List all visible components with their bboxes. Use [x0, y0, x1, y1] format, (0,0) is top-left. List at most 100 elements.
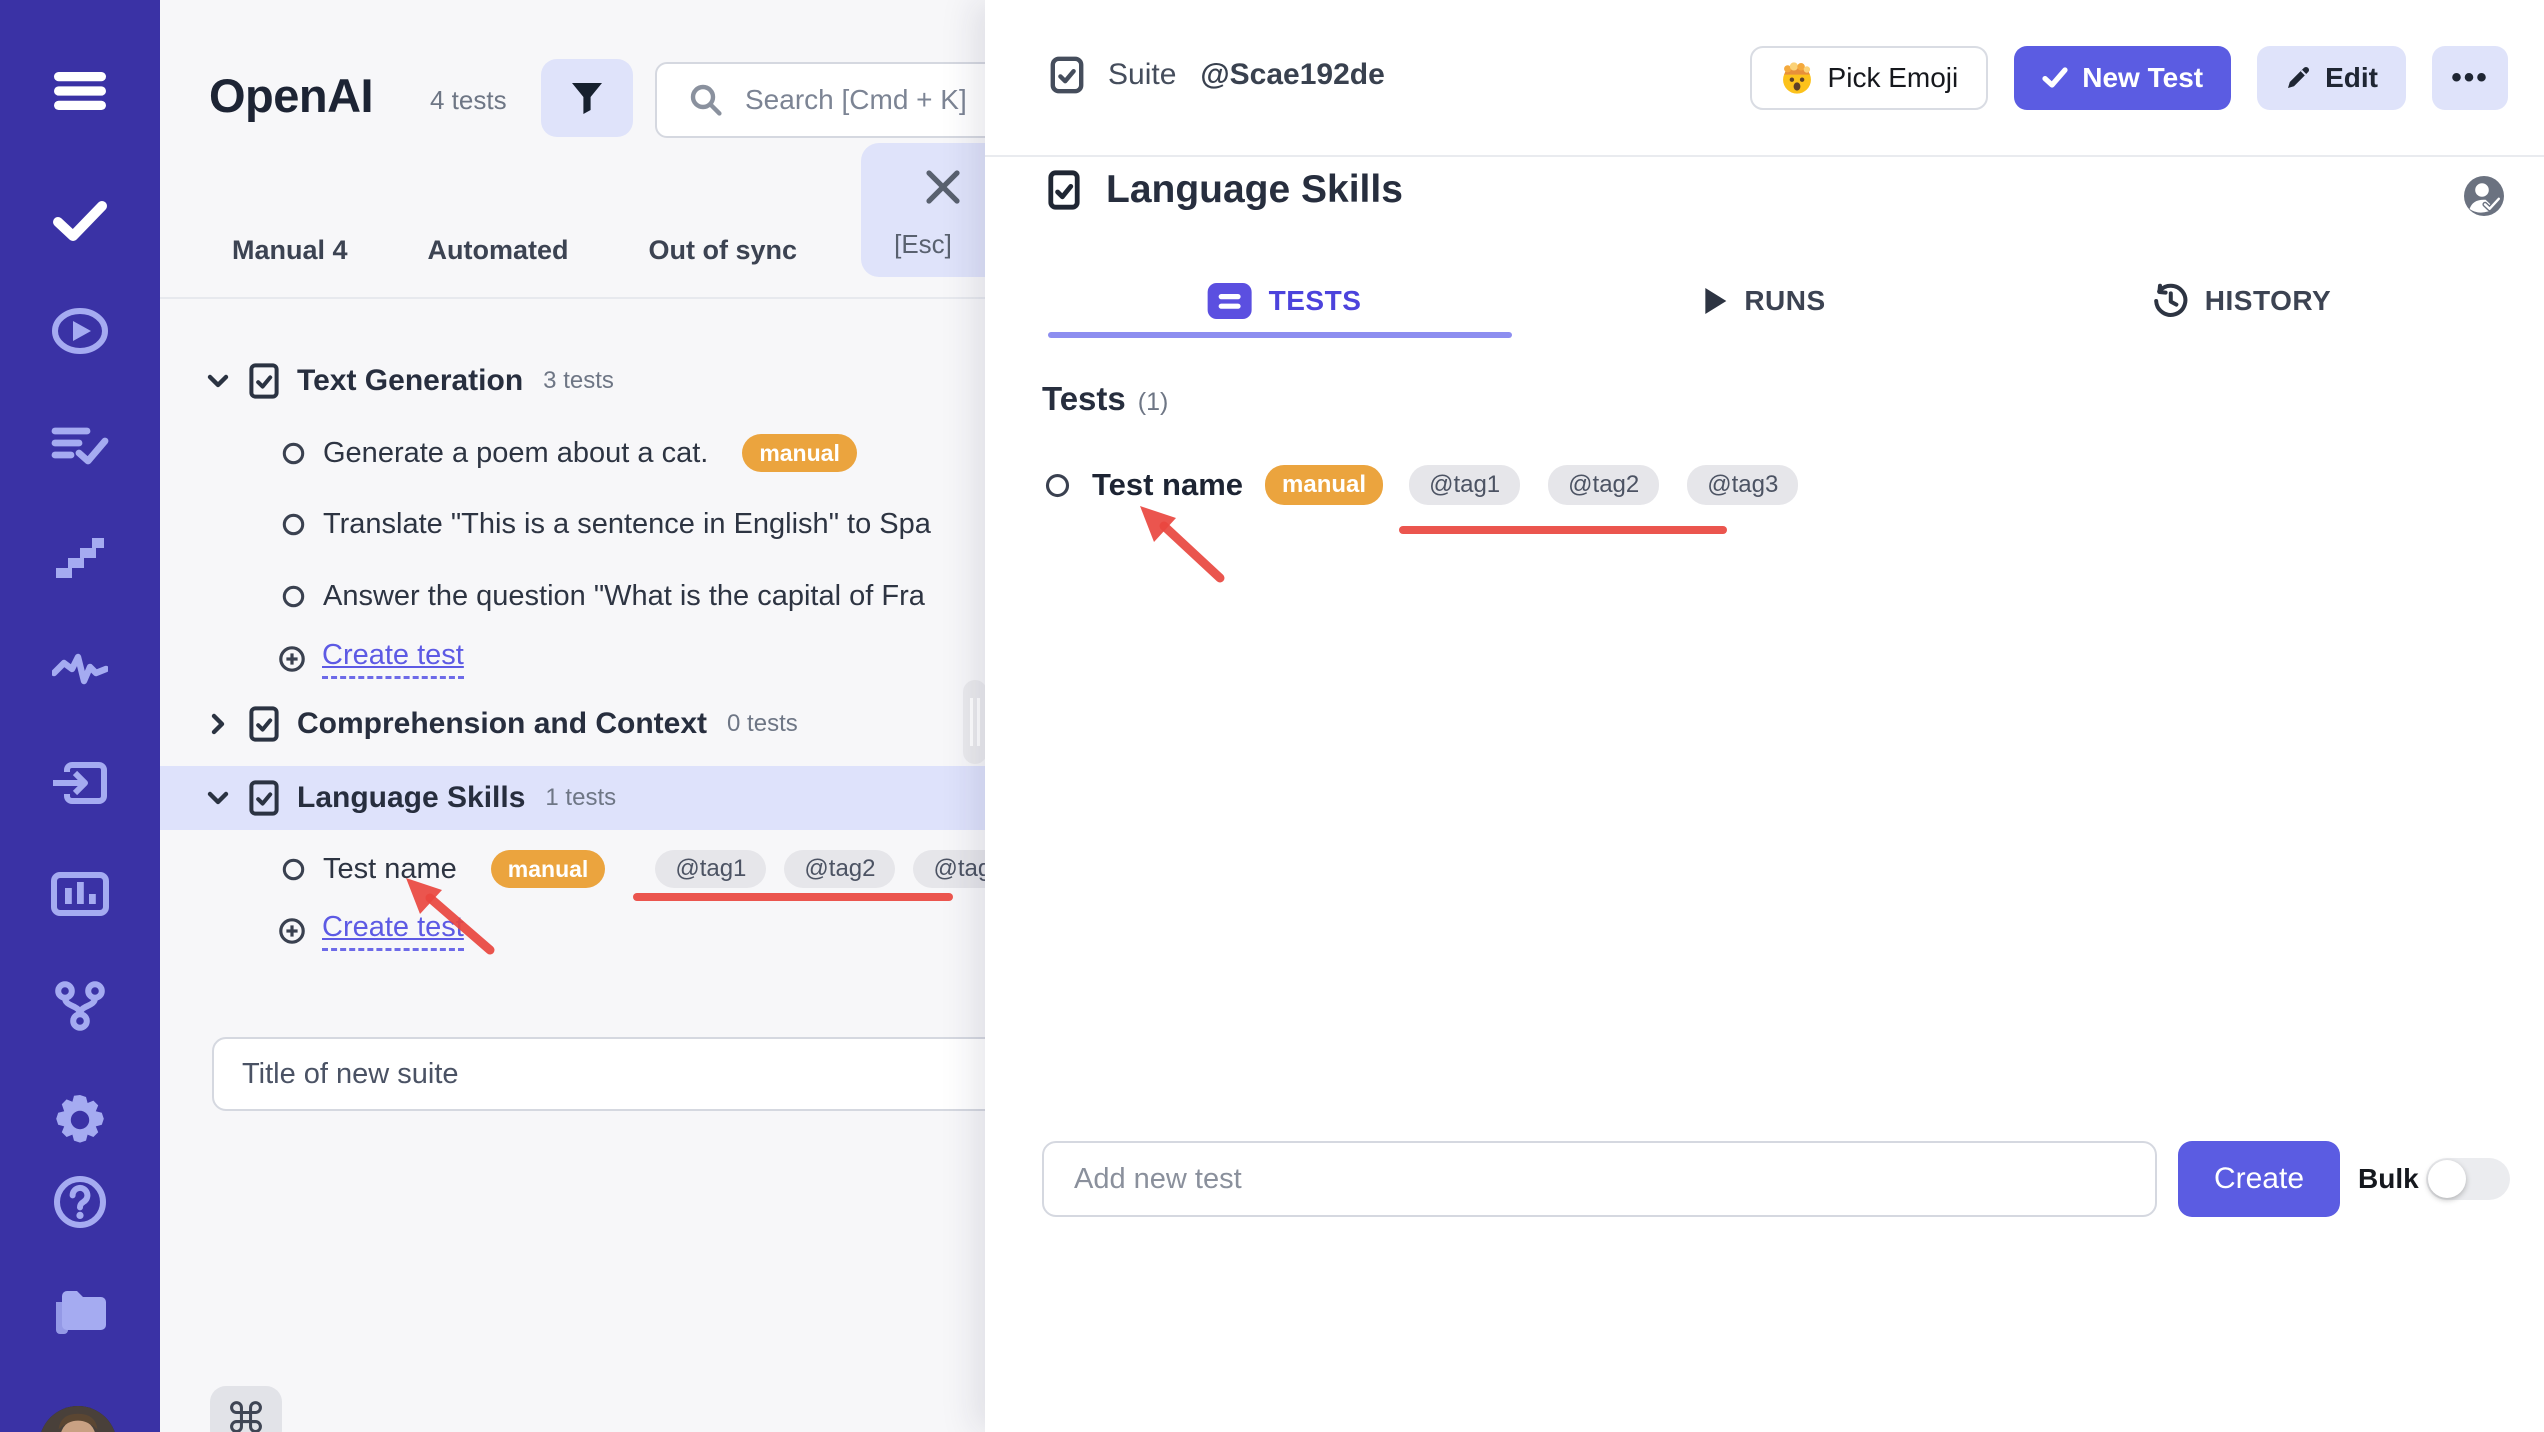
play-circle-icon[interactable] — [51, 308, 109, 354]
panel-header: OpenAI 4 tests — [160, 40, 985, 140]
edit-label: Edit — [2325, 62, 2378, 93]
menu-icon[interactable] — [52, 68, 108, 114]
gear-icon[interactable] — [52, 1092, 108, 1148]
chevron-right-icon[interactable] — [205, 711, 231, 737]
suite-breadcrumb: Suite @Scae192de — [1050, 56, 1385, 94]
new-suite-title-input[interactable] — [212, 1037, 985, 1111]
pick-emoji-button[interactable]: Pick Emoji — [1749, 46, 1989, 110]
user-avatar[interactable] — [39, 1406, 117, 1432]
group-count: 0 tests — [727, 710, 798, 737]
circle-icon — [1045, 473, 1070, 498]
tab-automated[interactable]: Automated — [428, 235, 569, 266]
folder-icon[interactable] — [50, 1288, 110, 1338]
tag-pill: @tag3 — [913, 850, 985, 888]
pencil-icon — [2285, 65, 2311, 91]
test-name: Test name — [323, 852, 457, 885]
tag-list: @tag1 @tag2 @tag3 — [655, 850, 985, 888]
activity-icon[interactable] — [52, 651, 108, 687]
steps-icon[interactable] — [52, 536, 108, 580]
suite-list-panel: OpenAI 4 tests Manual 4 Automated Out of… — [160, 0, 985, 1432]
search-input[interactable] — [745, 84, 985, 116]
tree-group-comprehension[interactable]: Comprehension and Context 0 tests — [160, 692, 985, 756]
tab-manual[interactable]: Manual 4 — [232, 235, 348, 266]
tab-runs[interactable]: RUNS — [1702, 266, 1825, 336]
close-drawer-button[interactable]: [Esc] — [861, 143, 985, 277]
search-box — [655, 62, 985, 138]
tab-tests[interactable]: TESTS — [1207, 266, 1362, 336]
new-test-label: New Test — [2082, 62, 2204, 93]
create-test-link-2[interactable]: Create test — [160, 899, 985, 963]
help-icon[interactable] — [53, 1175, 107, 1229]
tag-pill: @tag2 — [784, 850, 896, 888]
add-test-input[interactable] — [1042, 1141, 2157, 1217]
test-row-poem[interactable]: Generate a poem about a cat. manual — [160, 421, 985, 485]
filter-button[interactable] — [541, 59, 633, 137]
tag-list: @tag1 @tag2 @tag3 — [1409, 465, 1799, 505]
test-row-answer[interactable]: Answer the question "What is the capital… — [160, 564, 985, 628]
tab-label: TESTS — [1268, 285, 1362, 316]
exploding-head-emoji — [1780, 61, 1814, 95]
tag-pill: @tag1 — [1409, 465, 1521, 505]
create-test-label: Create test — [322, 639, 464, 679]
panel-resize-handle[interactable] — [963, 680, 985, 764]
drawer-header-buttons: Pick Emoji New Test Edit ••• — [1749, 46, 2508, 110]
import-icon[interactable] — [51, 762, 109, 804]
bulk-toggle[interactable] — [2426, 1158, 2510, 1200]
funnel-icon — [568, 79, 606, 117]
bulk-label: Bulk — [2358, 1163, 2419, 1194]
sidebar-rail — [0, 0, 160, 1432]
branch-icon[interactable] — [53, 981, 107, 1031]
project-test-count: 4 tests — [430, 85, 507, 115]
tabs-divider — [160, 297, 985, 299]
file-check-icon — [1048, 170, 1080, 210]
check-icon[interactable] — [52, 198, 108, 242]
more-options-button[interactable]: ••• — [2432, 46, 2508, 110]
create-test-link-1[interactable]: Create test — [160, 627, 985, 691]
project-title: OpenAI — [209, 69, 374, 122]
file-check-icon — [1050, 56, 1084, 94]
group-name: Comprehension and Context — [297, 707, 708, 740]
circle-icon — [282, 442, 305, 465]
new-test-button[interactable]: New Test — [2014, 46, 2232, 110]
tests-heading-label: Tests — [1042, 380, 1126, 417]
plus-circle-icon — [278, 917, 306, 945]
manual-badge: manual — [490, 850, 606, 888]
suite-drawer: Suite @Scae192de Pick Emoji New Test Edi… — [985, 0, 2544, 1432]
manual-badge: manual — [742, 434, 857, 472]
pick-emoji-label: Pick Emoji — [1827, 62, 1959, 93]
create-button[interactable]: Create — [2178, 1141, 2340, 1217]
tag-pill: @tag3 — [1687, 465, 1799, 505]
test-row-test-name[interactable]: Test name manual @tag1 @tag2 @tag3 — [160, 837, 985, 901]
group-name: Language Skills — [297, 781, 526, 814]
tree-group-text-generation[interactable]: Text Generation 3 tests — [160, 349, 985, 413]
chevron-down-icon[interactable] — [205, 785, 231, 811]
tab-history[interactable]: HISTORY — [2153, 266, 2331, 336]
search-icon — [689, 83, 723, 117]
drawer-title: Language Skills — [1106, 168, 1403, 211]
cmd-shortcut-badge: ⌘ — [210, 1386, 282, 1432]
drawer-header: Suite @Scae192de Pick Emoji New Test Edi… — [985, 0, 2544, 157]
list-check-icon[interactable] — [51, 423, 109, 467]
tests-section-heading: Tests (1) — [1042, 380, 1168, 418]
test-row-translate[interactable]: Translate "This is a sentence in English… — [160, 492, 985, 556]
tree-group-language-skills[interactable]: Language Skills 1 tests — [160, 766, 985, 830]
bar-chart-icon[interactable] — [51, 872, 109, 916]
edit-button[interactable]: Edit — [2257, 46, 2406, 110]
plus-circle-icon — [278, 645, 306, 673]
tests-count: (1) — [1137, 388, 1169, 416]
user-check-icon[interactable] — [2462, 174, 2506, 218]
drawer-test-row[interactable]: Test name manual @tag1 @tag2 @tag3 — [1045, 452, 1799, 518]
circle-icon — [282, 585, 305, 608]
test-name: Generate a poem about a cat. — [323, 436, 709, 469]
add-test-row: Create Bulk — [1042, 1141, 2510, 1217]
ellipsis-icon: ••• — [2451, 61, 2489, 94]
tab-label: RUNS — [1744, 285, 1826, 316]
chevron-down-icon[interactable] — [205, 368, 231, 394]
tab-out-of-sync[interactable]: Out of sync — [649, 235, 798, 266]
create-test-label: Create test — [322, 911, 464, 951]
circle-icon — [282, 858, 305, 881]
esc-shortcut-label: [Esc] — [894, 229, 952, 259]
circle-icon — [282, 513, 305, 536]
file-check-icon — [249, 363, 279, 399]
app-root: OpenAI 4 tests Manual 4 Automated Out of… — [0, 0, 2544, 1432]
